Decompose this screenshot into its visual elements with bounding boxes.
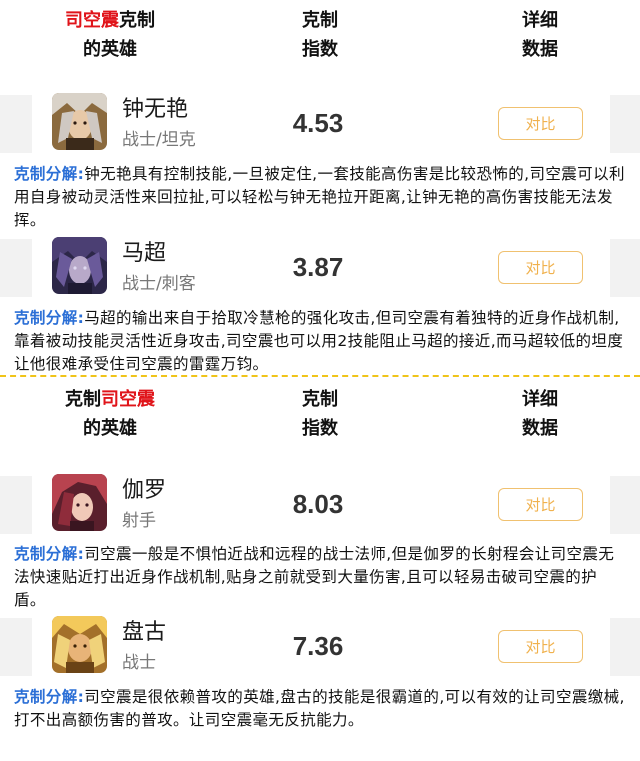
hero-role: 战士/刺客: [122, 274, 196, 294]
desc-text: 司空震一般是不惧怕近战和远程的战士法师,但是伽罗的长射程会让司空震无法快速贴近打…: [14, 545, 615, 609]
header-hero-name: 司空震: [65, 10, 119, 31]
desc-label: 克制分解:: [14, 309, 85, 327]
hero-name: 钟无艳: [122, 97, 189, 122]
header-detail-line2: 数据: [522, 418, 558, 439]
header-col-hero: 克制司空震 的英雄: [20, 385, 200, 443]
hero-row-machao: 马超 战士/刺客 3.87 对比: [0, 237, 640, 299]
section-divider: [0, 375, 640, 377]
header-col-index: 克制 指数: [270, 6, 370, 64]
avatar-pangu-icon: [52, 616, 107, 673]
hero-role: 战士: [122, 653, 156, 673]
header-detail-line1: 详细: [522, 389, 558, 410]
hero-row-jialuo: 伽罗 射手 8.03 对比: [0, 474, 640, 536]
header-index-line2: 指数: [302, 39, 338, 60]
header-hero-name: 司空震: [101, 389, 155, 410]
hero-row-pangu: 盘古 战士 7.36 对比: [0, 616, 640, 678]
desc-text: 司空震是很依赖普攻的英雄,盘古的技能是很霸道的,可以有效的让司空震缴械,打不出高…: [14, 688, 625, 729]
avatar-machao-icon: [52, 237, 107, 294]
hero-row-zhongwuyan: 钟无艳 战士/坦克 4.53 对比: [0, 93, 640, 155]
desc-label: 克制分解:: [14, 545, 85, 563]
header-hero-line2: 的英雄: [83, 39, 137, 60]
header-index-line1: 克制: [302, 389, 338, 410]
counter-score: 8.03: [292, 489, 344, 519]
compare-button[interactable]: 对比: [498, 630, 583, 663]
header-detail-line2: 数据: [522, 39, 558, 60]
hero-desc-machao: 克制分解:马超的输出来自于拾取冷慧枪的强化攻击,但司空震有着独特的近身作战机制,…: [14, 307, 628, 376]
header-index-line2: 指数: [302, 418, 338, 439]
hero-role: 射手: [122, 511, 156, 531]
counter-score: 4.53: [292, 108, 344, 138]
counter-score: 3.87: [292, 252, 344, 282]
compare-button[interactable]: 对比: [498, 107, 583, 140]
header-col-detail: 详细 数据: [490, 6, 590, 64]
avatar-jialuo-icon: [52, 474, 107, 531]
header-detail-line1: 详细: [522, 10, 558, 31]
desc-label: 克制分解:: [14, 688, 85, 706]
desc-text: 钟无艳具有控制技能,一旦被定住,一套技能高伤害是比较恐怖的,司空震可以利用自身被…: [14, 165, 625, 229]
header-col-index: 克制 指数: [270, 385, 370, 443]
counter-score: 7.36: [292, 631, 344, 661]
hero-name: 马超: [122, 241, 167, 266]
hero-name: 伽罗: [122, 478, 167, 503]
compare-button[interactable]: 对比: [498, 488, 583, 521]
header-col-hero: 司空震克制 的英雄: [20, 6, 200, 64]
hero-name: 盘古: [122, 620, 167, 645]
desc-text: 马超的输出来自于拾取冷慧枪的强化攻击,但司空震有着独特的近身作战机制,靠着被动技…: [14, 309, 624, 373]
hero-role: 战士/坦克: [122, 130, 196, 150]
header-col-detail: 详细 数据: [490, 385, 590, 443]
hero-desc-zhongwuyan: 克制分解:钟无艳具有控制技能,一旦被定住,一套技能高伤害是比较恐怖的,司空震可以…: [14, 163, 628, 232]
header-counter-text: 克制: [65, 389, 101, 410]
hero-desc-jialuo: 克制分解:司空震一般是不惧怕近战和远程的战士法师,但是伽罗的长射程会让司空震无法…: [14, 543, 628, 612]
hero-desc-pangu: 克制分解:司空震是很依赖普攻的英雄,盘古的技能是很霸道的,可以有效的让司空震缴械…: [14, 686, 628, 732]
header-hero-line2: 的英雄: [83, 418, 137, 439]
compare-button[interactable]: 对比: [498, 251, 583, 284]
avatar-zhongwuyan-icon: [52, 93, 107, 150]
desc-label: 克制分解:: [14, 165, 85, 183]
header-index-line1: 克制: [302, 10, 338, 31]
header-counter-text: 克制: [119, 10, 155, 31]
